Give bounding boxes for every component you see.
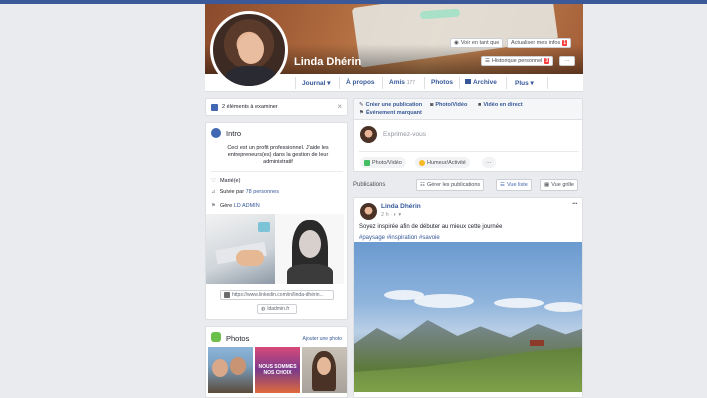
eye-icon: ◉	[454, 40, 459, 46]
featured-photos[interactable]	[206, 214, 344, 284]
photos-icon	[211, 332, 221, 342]
post-text: Soyez inspirée afin de débuter au mieux …	[359, 224, 503, 230]
photo-thumb[interactable]	[208, 347, 253, 393]
followers-link[interactable]: 78 personnes	[246, 189, 279, 195]
create-post-tab[interactable]: ✎ Créer une publication	[359, 102, 422, 108]
photo-video-button[interactable]: Photo/Vidéo	[360, 157, 406, 168]
post-options-button[interactable]: ···	[572, 199, 578, 208]
list-icon: ☰	[485, 58, 490, 64]
photo-icon	[364, 159, 370, 166]
tab-more[interactable]: Plus ▾	[515, 79, 534, 87]
tab-friends[interactable]: Amis 177	[389, 79, 415, 86]
rss-icon: ⊿	[211, 189, 216, 195]
publications-label: Publications	[353, 182, 386, 188]
add-photo-link[interactable]: Ajouter une photo	[303, 336, 342, 342]
photo-thumb[interactable]	[302, 347, 347, 393]
notification-badge: 1	[562, 40, 567, 46]
pencil-icon: ✎	[359, 102, 364, 108]
followers-row: ⊿ Suivie par 78 personnes	[211, 189, 279, 195]
feeling-activity-button[interactable]: Humeur/Activité	[415, 157, 470, 168]
photo-thumb[interactable]: NOUS SOMMES NOS CHOIX	[255, 347, 300, 393]
post-composer: ✎ Créer une publication ◙ Photo/Vidéo ■ Vid…	[353, 98, 583, 172]
flag-icon: ⚑	[211, 203, 216, 209]
update-info-button[interactable]: Actualiser mes infos 1	[507, 38, 571, 48]
page-link[interactable]: LD ADMIN	[234, 203, 260, 209]
review-items-card[interactable]: 2 éléments à examiner ×	[205, 98, 348, 116]
post-timestamp[interactable]: 2 h · ◐ ▾	[381, 212, 401, 218]
lock-icon	[465, 79, 471, 84]
close-icon[interactable]: ×	[337, 102, 342, 111]
grid-view-button[interactable]: ▦ Vue grille	[540, 179, 578, 191]
tab-archive[interactable]: Archive	[465, 79, 497, 86]
post-image[interactable]	[354, 242, 582, 392]
manage-posts-button[interactable]: ☷ Gérer les publications	[416, 179, 485, 191]
featured-photo-desk[interactable]	[206, 214, 275, 284]
tab-photos[interactable]: Photos	[431, 79, 453, 86]
photos-card: Photos Ajouter une photo NOUS SOMMES NOS…	[205, 326, 348, 398]
post-author-avatar[interactable]	[360, 203, 377, 220]
grid-icon: ▦	[544, 182, 550, 188]
cover-more-button[interactable]: ···	[559, 56, 575, 66]
manages-row: ⚑ Gère LD ADMIN	[211, 203, 260, 209]
intro-bio: Ceci est un profit professionnel. J'aide…	[227, 145, 329, 165]
intro-card: Intro Ceci est un profit professionnel. …	[205, 122, 348, 320]
view-as-button[interactable]: ◉ Voir en tant que	[450, 38, 504, 48]
photo-video-tab[interactable]: ◙ Photo/Vidéo	[430, 102, 467, 108]
activity-log-button[interactable]: ☰ Historique personnel 3	[481, 56, 554, 66]
list-view-button[interactable]: ☰ Vue liste	[496, 179, 532, 191]
relationship-status: ♡ Marié(e)	[211, 178, 241, 184]
live-video-tab[interactable]: ■ Vidéo en direct	[478, 102, 523, 108]
composer-input[interactable]: Exprimez-vous	[383, 131, 426, 138]
list-icon: ☰	[500, 182, 505, 188]
profile-name: Linda Dhérin	[294, 56, 362, 68]
post-card: Linda Dhérin 2 h · ◐ ▾ ··· Soyez inspiré…	[353, 197, 583, 398]
video-icon: ■	[478, 102, 482, 108]
composer-more-button[interactable]: ···	[482, 157, 496, 168]
tab-timeline[interactable]: Journal ▾	[302, 79, 331, 87]
website-link[interactable]: ◍ ldadmin.fr	[257, 304, 297, 314]
life-event-tab[interactable]: ⚑ Événement marquant	[359, 110, 422, 116]
notification-badge: 3	[544, 58, 550, 64]
featured-photo-portrait[interactable]	[275, 214, 344, 284]
post-hashtags[interactable]: #paysage #inspiration #savoie	[359, 235, 440, 241]
avatar	[360, 126, 377, 143]
tab-about[interactable]: À propos	[346, 79, 375, 86]
flag-icon: ⚑	[359, 110, 364, 116]
post-author-name[interactable]: Linda Dhérin	[381, 203, 421, 210]
linkedin-link[interactable]: https://www.linkedin.com/in/linda-dhérin…	[220, 290, 334, 300]
globe-icon	[211, 128, 221, 138]
smiley-icon	[419, 159, 425, 166]
intro-title: Intro	[226, 129, 242, 138]
star-icon	[211, 104, 218, 111]
camera-icon: ◙	[430, 102, 434, 108]
friends-count: 177	[406, 80, 416, 86]
linkedin-icon	[224, 292, 230, 298]
globe-icon: ◍	[261, 306, 266, 312]
heart-icon: ♡	[211, 178, 216, 184]
settings-icon: ☷	[420, 182, 425, 188]
profile-picture[interactable]	[210, 11, 288, 89]
privacy-selector: · ◐ ▾	[390, 212, 402, 218]
